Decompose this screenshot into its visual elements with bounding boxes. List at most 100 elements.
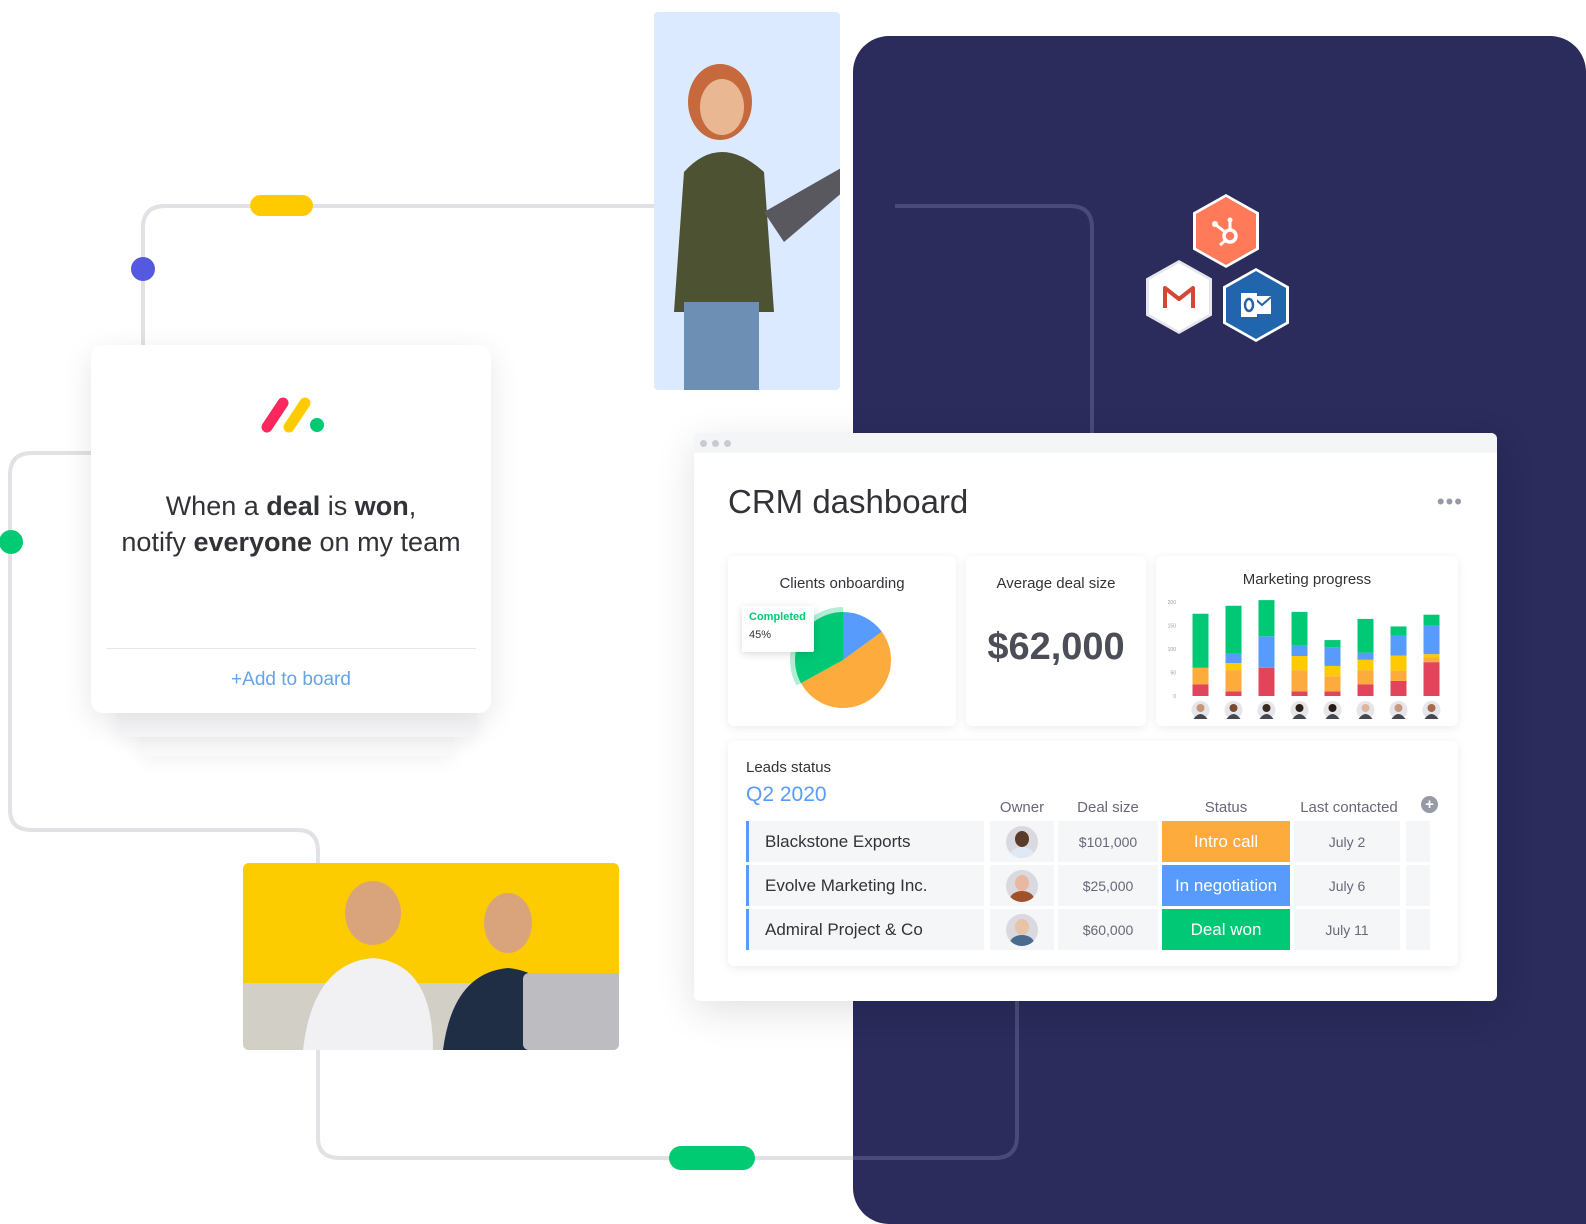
- more-options-icon[interactable]: •••: [1437, 489, 1463, 515]
- avatar-face: [1015, 918, 1029, 935]
- deal-size-cell[interactable]: $25,000: [1058, 865, 1158, 906]
- bar-segment-red[interactable]: [1192, 684, 1209, 696]
- bar-segment-red[interactable]: [1324, 691, 1341, 696]
- deal-size-cell[interactable]: $101,000: [1058, 821, 1158, 862]
- empty-cell[interactable]: [1406, 909, 1430, 950]
- avatar-face: [1015, 830, 1029, 847]
- x-axis-avatar: [1257, 701, 1276, 719]
- bar-segment-blue[interactable]: [1258, 636, 1275, 668]
- status-cell[interactable]: In negotiation: [1162, 865, 1290, 906]
- y-tick-label: 200: [1168, 600, 1177, 606]
- tooltip-label: Completed: [749, 611, 806, 623]
- bar-segment-blue[interactable]: [1357, 652, 1374, 660]
- bar-segment-green[interactable]: [1390, 626, 1407, 636]
- average-deal-size-title: Average deal size: [996, 575, 1116, 592]
- crm-dashboard-window: CRM dashboard ••• Clients onboarding Com…: [694, 433, 1497, 1001]
- recipe-text-fragment: on my team: [312, 527, 461, 557]
- green-dot: [0, 530, 23, 554]
- last-contacted-cell[interactable]: July 6: [1294, 865, 1400, 906]
- hubspot-icon: [1196, 197, 1256, 265]
- owner-cell[interactable]: [990, 909, 1054, 950]
- bar-segment-orange[interactable]: [1423, 657, 1440, 663]
- x-axis-avatar: [1422, 701, 1441, 719]
- pie-tooltip: Completed 45%: [742, 606, 814, 652]
- recipe-keyword: everyone: [193, 527, 313, 557]
- bar-segment-orange[interactable]: [1225, 670, 1242, 692]
- bar-segment-orange[interactable]: [1192, 667, 1209, 685]
- owner-cell[interactable]: [990, 865, 1054, 906]
- column-header-last-contacted[interactable]: Last contacted: [1294, 799, 1404, 816]
- monday-logo-icon: [261, 397, 324, 433]
- purple-dot: [131, 257, 155, 281]
- bar-segment-green[interactable]: [1423, 614, 1440, 626]
- deal-size-cell[interactable]: $60,000: [1058, 909, 1158, 950]
- avatar-body: [1010, 934, 1034, 946]
- bar-segment-orange[interactable]: [1357, 670, 1374, 685]
- bar-segment-blue[interactable]: [1390, 635, 1407, 656]
- bar-segment-red[interactable]: [1423, 662, 1440, 696]
- bar-segment-green[interactable]: [1357, 618, 1374, 653]
- automation-recipe-card[interactable]: When a deal is won, notify everyone on my…: [91, 345, 491, 713]
- bar-segment-yellow[interactable]: [1357, 659, 1374, 671]
- lead-name-cell[interactable]: Evolve Marketing Inc.: [746, 865, 984, 906]
- bar-segment-blue[interactable]: [1225, 653, 1242, 664]
- column-header-owner[interactable]: Owner: [990, 799, 1054, 816]
- group-title[interactable]: Q2 2020: [746, 783, 827, 807]
- x-axis-avatar: [1356, 701, 1375, 719]
- status-cell[interactable]: Intro call: [1162, 821, 1290, 862]
- column-header-status[interactable]: Status: [1162, 799, 1290, 816]
- bar-segment-yellow[interactable]: [1225, 663, 1242, 671]
- x-axis-avatar: [1389, 701, 1408, 719]
- y-tick-label: 150: [1168, 624, 1177, 630]
- lead-name-cell[interactable]: Blackstone Exports: [746, 821, 984, 862]
- bar-segment-blue[interactable]: [1324, 647, 1341, 666]
- owner-cell[interactable]: [990, 821, 1054, 862]
- empty-cell[interactable]: [1406, 821, 1430, 862]
- dashboard-title: CRM dashboard: [728, 483, 969, 520]
- average-deal-size-widget: Average deal size $62,000: [966, 556, 1146, 726]
- marketing-progress-title: Marketing progress: [1242, 571, 1372, 588]
- bar-segment-red[interactable]: [1291, 691, 1308, 696]
- outlook-icon: [1226, 271, 1286, 339]
- woman-illustration: [674, 64, 840, 390]
- add-column-icon[interactable]: +: [1421, 796, 1438, 813]
- x-axis-avatar: [1290, 701, 1309, 719]
- bar-segment-blue[interactable]: [1291, 645, 1308, 657]
- recipe-keyword: won: [354, 491, 409, 521]
- clients-onboarding-title: Clients onboarding: [779, 575, 905, 592]
- automation-recipe-text: When a deal is won, notify everyone on my…: [91, 488, 491, 560]
- lead-name-cell[interactable]: Admiral Project & Co: [746, 909, 984, 950]
- bar-segment-yellow[interactable]: [1324, 665, 1341, 677]
- recipe-text-fragment: When a: [165, 491, 267, 521]
- bar-segment-red[interactable]: [1258, 667, 1275, 696]
- bar-segment-orange[interactable]: [1390, 670, 1407, 681]
- column-header-deal-size[interactable]: Deal size: [1058, 799, 1158, 816]
- bar-segment-yellow[interactable]: [1390, 655, 1407, 671]
- bar-segment-yellow[interactable]: [1423, 654, 1440, 658]
- bar-segment-green[interactable]: [1225, 605, 1242, 654]
- bar-segment-green[interactable]: [1258, 600, 1275, 637]
- empty-cell[interactable]: [1406, 865, 1430, 906]
- wire-bottom: [316, 1050, 853, 1160]
- bar-segment-orange[interactable]: [1291, 670, 1308, 692]
- bar-segment-red[interactable]: [1357, 684, 1374, 696]
- bar-segment-green[interactable]: [1291, 611, 1308, 646]
- last-contacted-cell[interactable]: July 2: [1294, 821, 1400, 862]
- window-dot-icon: [712, 439, 719, 447]
- bar-segment-orange[interactable]: [1324, 676, 1341, 692]
- leads-status-label: Leads status: [746, 759, 832, 776]
- add-to-board-button[interactable]: +Add to board: [91, 669, 491, 691]
- bar-segment-green[interactable]: [1192, 613, 1209, 668]
- bar-segment-blue[interactable]: [1423, 625, 1440, 655]
- status-cell[interactable]: Deal won: [1162, 909, 1290, 950]
- y-tick-label: 100: [1168, 647, 1177, 653]
- bar-segment-red[interactable]: [1390, 680, 1407, 696]
- team-working-photo: [243, 863, 619, 1050]
- last-contacted-cell[interactable]: July 11: [1294, 909, 1400, 950]
- team-illustration: [243, 881, 619, 1050]
- bar-segment-green[interactable]: [1324, 640, 1341, 648]
- avatar-face: [1015, 874, 1029, 891]
- bar-segment-red[interactable]: [1225, 691, 1242, 696]
- bar-segment-yellow[interactable]: [1291, 656, 1308, 671]
- x-axis-avatar: [1191, 701, 1210, 719]
